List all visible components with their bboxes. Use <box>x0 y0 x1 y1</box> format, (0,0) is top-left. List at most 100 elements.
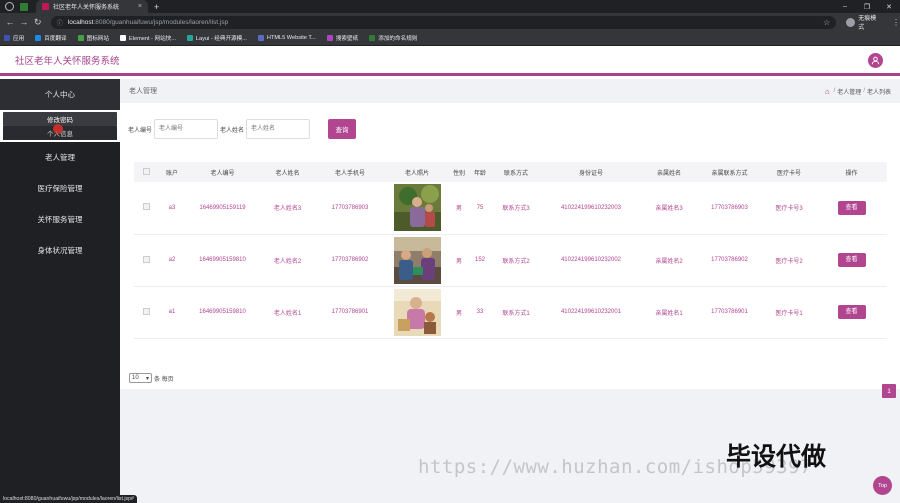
cell-action: 查看 <box>816 234 887 287</box>
browser-tab[interactable]: 社区老年人关怀服务系统 × <box>36 0 148 13</box>
new-tab-button[interactable]: + <box>154 2 159 12</box>
browser-menu-dots-icon[interactable]: ⋮ <box>892 18 900 27</box>
column-header[interactable]: 身份证号 <box>541 162 641 182</box>
sidebar-item-health-status[interactable]: 身体状况管理 <box>0 235 120 266</box>
sidebar-item-elder-management[interactable]: 老人管理 <box>0 142 120 173</box>
page-size-suffix: 条 每页 <box>154 376 174 383</box>
breadcrumb-item[interactable]: 老人管理 <box>837 87 861 96</box>
cell-id-card: 410224199610232002 <box>541 234 641 287</box>
tab-close-icon[interactable]: × <box>138 3 142 10</box>
view-button[interactable]: 查看 <box>837 253 866 267</box>
page-button-current[interactable]: 1 <box>882 384 896 398</box>
cell-medical-card: 医疗卡号3 <box>762 182 816 235</box>
cell-phone: 17703786903 <box>315 182 385 235</box>
incognito-avatar-icon <box>846 17 856 27</box>
app-header: 社区老年人关怀服务系统 <box>0 46 900 76</box>
sidebar-item-personal-center[interactable]: 个人中心 <box>0 79 120 110</box>
breadcrumb-separator: / <box>863 88 865 94</box>
page-title: 老人管理 <box>129 88 157 95</box>
bookmark-item[interactable]: 搜索壁纸 <box>326 34 358 42</box>
cell-phone: 17703786901 <box>315 286 385 339</box>
address-bar[interactable]: ⓘ localhost:8080/guanhuaifuwu/jsp/module… <box>50 15 837 29</box>
select-all-cell <box>134 162 159 182</box>
reload-icon[interactable]: ↻ <box>31 17 45 28</box>
cell-relative-name: 亲属姓名3 <box>641 182 697 235</box>
cell-action: 查看 <box>816 182 887 235</box>
cell-relative-name: 亲属姓名2 <box>641 234 697 287</box>
column-header[interactable]: 账户 <box>159 162 185 182</box>
sidebar-subitem-label: 修改密码 <box>47 117 73 124</box>
elder-name-input[interactable] <box>246 119 311 139</box>
pinned-tab-icon[interactable] <box>20 2 28 11</box>
column-header[interactable]: 亲属联系方式 <box>697 162 762 182</box>
sidebar-item-label: 关怀服务管理 <box>37 215 83 224</box>
sidebar-item-care-service[interactable]: 关怀服务管理 <box>0 204 120 235</box>
back-icon[interactable]: ← <box>3 17 17 27</box>
view-button[interactable]: 查看 <box>837 305 866 319</box>
bookmark-star-icon[interactable]: ☆ <box>823 18 830 27</box>
cell-account: a1 <box>159 286 185 339</box>
bookmark-item[interactable]: Layui - 经典开源模... <box>186 34 247 42</box>
select-all-checkbox[interactable] <box>143 167 150 175</box>
row-select-cell <box>134 286 159 339</box>
forward-icon[interactable]: → <box>17 17 31 27</box>
bookmark-item[interactable]: 添加的命名规则 <box>369 34 417 42</box>
column-header[interactable]: 联系方式 <box>491 162 541 182</box>
cell-age: 33 <box>469 286 491 339</box>
elder-id-input[interactable] <box>154 119 219 139</box>
column-header[interactable]: 老人编号 <box>185 162 260 182</box>
column-header[interactable]: 老人姓名 <box>260 162 315 182</box>
minimize-icon[interactable]: – <box>834 3 856 11</box>
page-size-select[interactable]: 10 ▾ <box>129 373 152 383</box>
profile-label: 无痕模式 <box>858 16 877 31</box>
row-checkbox[interactable] <box>143 307 150 315</box>
column-header[interactable]: 年龄 <box>469 162 491 182</box>
cell-photo <box>385 182 449 235</box>
sidebar-item-label: 老人管理 <box>45 153 75 162</box>
bookmark-item[interactable]: 百度翻译 <box>35 34 67 42</box>
breadcrumb-separator: / <box>833 88 836 94</box>
column-header[interactable]: 老人手机号 <box>315 162 385 182</box>
bookmark-icon <box>119 35 126 41</box>
cell-age: 75 <box>469 182 491 235</box>
info-icon[interactable]: ⓘ <box>57 18 63 27</box>
bookmark-item[interactable]: 图标网站 <box>77 34 109 42</box>
list-card: 老人编号 老人姓名 查询 账户 老人编号 老人姓名 老人手机号 老人照片 性别 … <box>120 103 900 398</box>
cell-account: a3 <box>159 182 185 235</box>
row-checkbox[interactable] <box>143 255 150 263</box>
search-button[interactable]: 查询 <box>328 119 357 139</box>
cell-action: 查看 <box>816 286 887 339</box>
row-select-cell <box>134 182 159 235</box>
profile-chip[interactable]: 无痕模式 ⋮ <box>846 13 900 31</box>
watermark-text: 毕设代做 <box>726 442 827 471</box>
bookmark-icon <box>35 35 42 41</box>
bookmark-icon <box>257 35 264 41</box>
home-icon[interactable]: ⌂ <box>825 87 830 96</box>
elder-photo <box>393 184 441 232</box>
column-header[interactable]: 医疗卡号 <box>762 162 816 182</box>
column-header[interactable]: 亲属姓名 <box>641 162 697 182</box>
elder-photo <box>393 236 441 284</box>
cell-elder-id: 16469905159810 <box>185 234 260 287</box>
user-avatar-button[interactable] <box>868 53 883 68</box>
bookmark-item[interactable]: 应用 <box>4 34 24 42</box>
page-header-bar: 老人管理 ⌂ / 老人管理 / 老人列表 <box>120 79 900 103</box>
sidebar-item-medical-insurance[interactable]: 医疗保险管理 <box>0 173 120 204</box>
bookmarks-bar: 应用 百度翻译 图标网站 Element - 网站快... Layui - 经典… <box>0 31 900 46</box>
back-to-top-button[interactable]: Top <box>873 476 892 495</box>
cell-elder-id: 16469905159119 <box>185 182 260 235</box>
table-row: a2 16469905159810 老人姓名2 17703786902 男 15… <box>134 234 887 287</box>
row-checkbox[interactable] <box>143 203 150 211</box>
column-header[interactable]: 性别 <box>449 162 469 182</box>
sidebar: 个人中心 修改密码 个人信息 老人管理 医疗保险管理 关怀服务管理 身体状况管理 <box>0 79 120 503</box>
bookmark-item[interactable]: HTML5 Website T... <box>257 35 316 41</box>
view-button[interactable]: 查看 <box>837 200 866 215</box>
elder-photo <box>393 288 441 336</box>
search-form: 老人编号 老人姓名 查询 <box>128 119 357 139</box>
cell-phone: 17703786902 <box>315 234 385 287</box>
close-window-icon[interactable]: ✕ <box>878 3 900 11</box>
bookmark-item[interactable]: Element - 网站快... <box>119 34 176 42</box>
row-select-cell <box>134 234 159 287</box>
browser-menu-icon[interactable] <box>5 2 14 11</box>
restore-icon[interactable]: ❐ <box>856 3 878 11</box>
